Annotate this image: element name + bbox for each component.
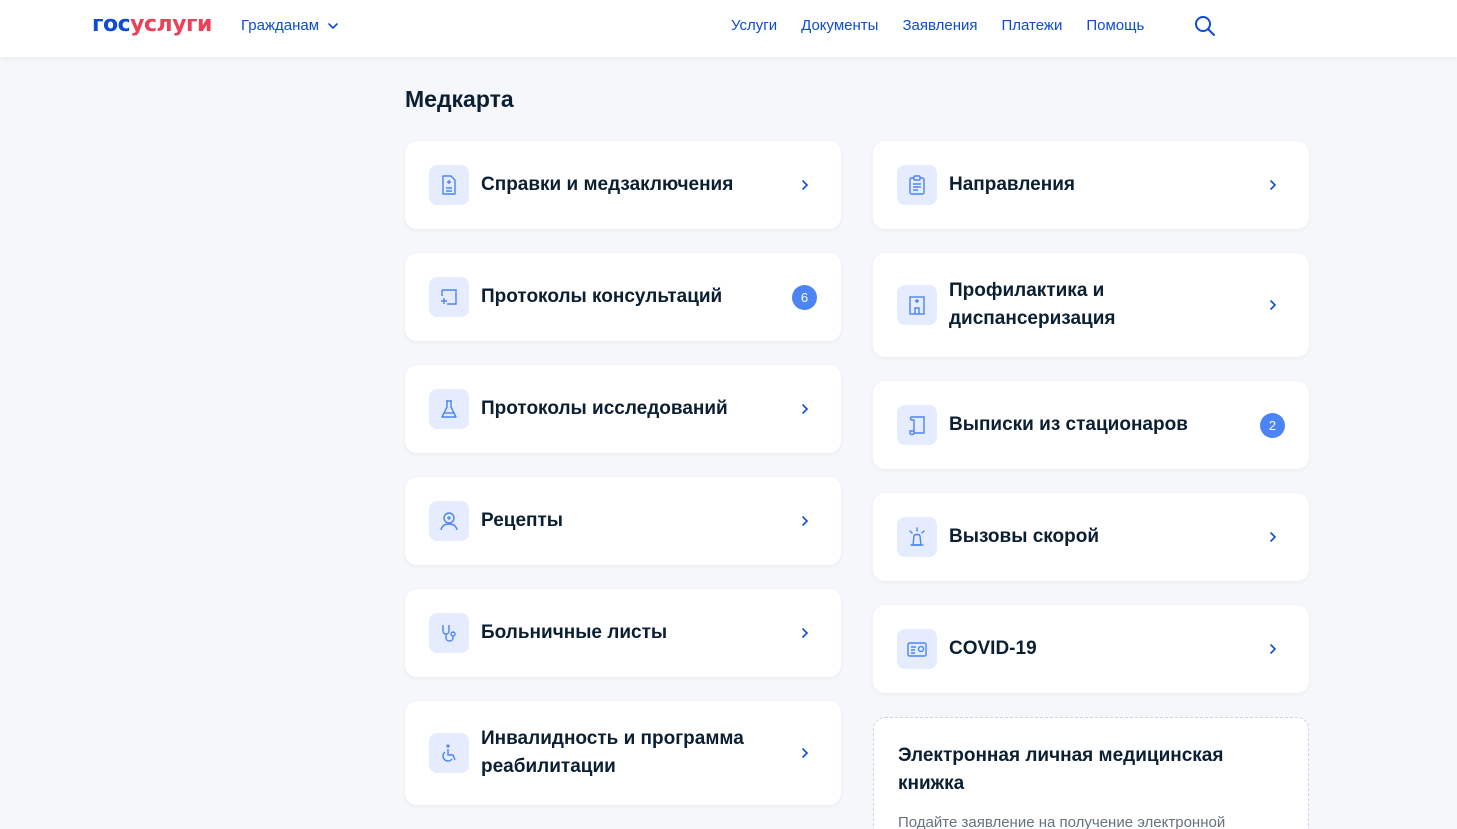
card-disability[interactable]: Инвалидность и программа реабилитации <box>405 701 841 805</box>
card-research[interactable]: Протоколы исследований <box>405 365 841 453</box>
card-label: Выписки из стационаров <box>949 414 1188 435</box>
card-prescriptions[interactable]: Рецепты <box>405 477 841 565</box>
card-label: Направления <box>949 174 1075 195</box>
chevron-right-icon <box>1270 300 1277 310</box>
chevron-right-icon <box>802 404 809 414</box>
ehr-description: Подайте заявление на получение электронн… <box>898 814 1226 829</box>
gosuslugi-logo[interactable]: госуслуги <box>92 12 212 37</box>
chevron-right-icon <box>802 516 809 526</box>
card-label: Вызовы скорой <box>949 526 1100 547</box>
clipboard-icon <box>897 165 937 205</box>
ehr-promo-card[interactable]: Электронная личная медицинская книжка По… <box>873 717 1309 829</box>
card-ambulance-calls[interactable]: Вызовы скорой <box>873 493 1309 581</box>
nav-help[interactable]: Помощь <box>1086 17 1144 34</box>
card-sick-leave[interactable]: Больничные листы <box>405 589 841 677</box>
chevron-right-icon <box>1270 644 1277 654</box>
main-nav: Услуги Документы Заявления Платежи Помощ… <box>731 17 1144 34</box>
nav-applications[interactable]: Заявления <box>902 17 977 34</box>
card-label: COVID-19 <box>949 638 1037 659</box>
consultation-icon <box>429 277 469 317</box>
hospital-icon <box>897 285 937 325</box>
nav-documents[interactable]: Документы <box>801 17 878 34</box>
count-badge: 2 <box>1260 412 1285 438</box>
card-referrals[interactable]: Направления <box>873 141 1309 229</box>
card-certificates[interactable]: Справки и медзаключения <box>405 141 841 229</box>
card-label: Протоколы исследований <box>481 398 728 419</box>
certificate-icon <box>897 629 937 669</box>
scroll-icon <box>897 405 937 445</box>
nav-services[interactable]: Услуги <box>731 17 777 34</box>
search-icon[interactable] <box>1194 15 1216 37</box>
document-plus-icon <box>429 165 469 205</box>
card-label: Профилактика и диспансеризация <box>949 280 1116 329</box>
siren-icon <box>897 517 937 557</box>
count-badge: 6 <box>792 284 817 310</box>
card-prevention[interactable]: Профилактика и диспансеризация <box>873 253 1309 357</box>
card-label: Больничные листы <box>481 622 668 643</box>
chevron-right-icon <box>1270 532 1277 542</box>
card-label: Инвалидность и программа реабилитации <box>481 728 744 777</box>
nav-payments[interactable]: Платежи <box>1002 17 1063 34</box>
card-discharge-summaries[interactable]: Выписки из стационаров 2 <box>873 381 1309 469</box>
doctor-icon <box>429 501 469 541</box>
card-label: Рецепты <box>481 510 564 531</box>
chevron-right-icon <box>1270 180 1277 190</box>
top-header: госуслуги Гражданам Услуги Документы Зая… <box>0 0 1457 57</box>
page-title: Медкарта <box>405 86 514 112</box>
chevron-down-icon <box>328 22 338 29</box>
flask-icon <box>429 389 469 429</box>
card-label: Справки и медзаключения <box>481 174 734 195</box>
audience-label: Гражданам <box>241 17 320 34</box>
stethoscope-icon <box>429 613 469 653</box>
card-covid[interactable]: COVID-19 <box>873 605 1309 693</box>
audience-dropdown[interactable]: Гражданам <box>241 17 339 34</box>
card-consultations[interactable]: Протоколы консультаций 6 <box>405 253 841 341</box>
ehr-title: Электронная личная медицинская книжка <box>898 745 1224 794</box>
chevron-right-icon <box>802 748 809 758</box>
chevron-right-icon <box>802 628 809 638</box>
card-label: Протоколы консультаций <box>481 286 723 307</box>
chevron-right-icon <box>802 180 809 190</box>
wheelchair-icon <box>429 733 469 773</box>
